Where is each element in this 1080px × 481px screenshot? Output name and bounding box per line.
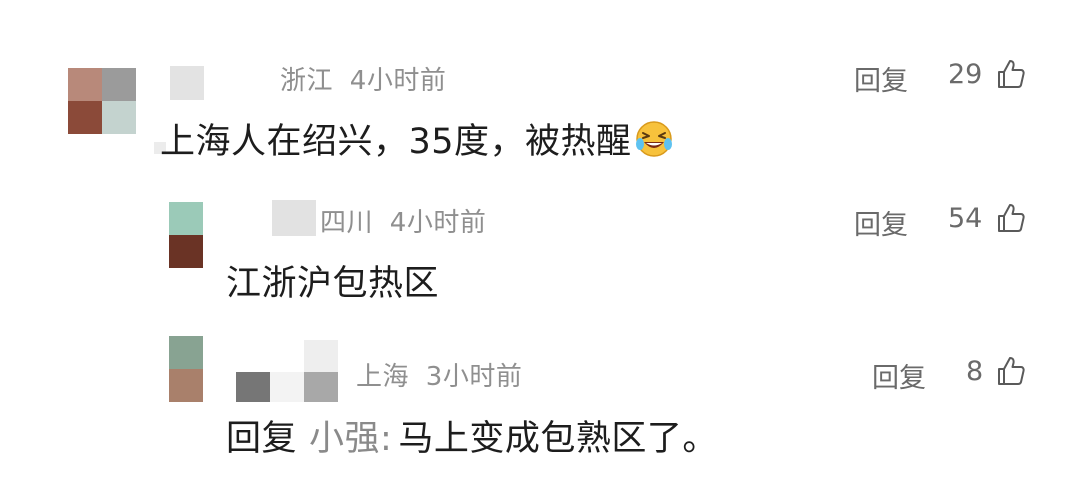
comment: 上海 3小时前 回复 8 回复 小强: 马上变成包熟区了。 [0, 0, 1080, 459]
avatar[interactable] [169, 336, 203, 402]
comment-text: 江浙沪包热区 [226, 264, 440, 304]
username-blurred[interactable] [272, 200, 316, 236]
comment-meta: 上海 3小时前 [356, 356, 522, 393]
reply-button[interactable]: 回复 [872, 356, 926, 395]
reply-prefix: 回复 [226, 419, 298, 459]
timestamp: 3小时前 [425, 362, 523, 392]
like-count: 8 [966, 356, 984, 387]
username-blurred-fragment [304, 372, 338, 402]
reply-button[interactable]: 回复 [854, 203, 908, 242]
thumbs-up-icon[interactable] [996, 202, 1026, 234]
comment-text: 回复 小强: 马上变成包熟区了。 [226, 410, 718, 461]
username-blurred-fragment [270, 372, 304, 402]
thumbs-up-icon[interactable] [996, 355, 1026, 387]
timestamp: 4小时前 [389, 208, 487, 238]
location: 上海 [356, 362, 410, 392]
reply-colon: : [380, 419, 393, 459]
comment-meta: 四川 4小时前 [320, 202, 486, 239]
location: 四川 [320, 208, 374, 238]
reply-text: 马上变成包熟区了。 [398, 419, 718, 459]
like-count: 54 [948, 203, 983, 234]
avatar[interactable] [169, 202, 203, 268]
reply-target-username[interactable]: 小强 [309, 419, 380, 459]
username-blurred[interactable] [236, 372, 270, 402]
username-blurred-fragment [304, 340, 338, 372]
